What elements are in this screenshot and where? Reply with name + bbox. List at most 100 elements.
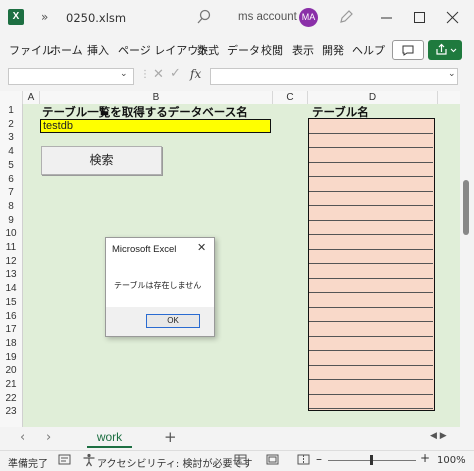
maximize-icon[interactable] (410, 8, 430, 28)
row-header[interactable]: 4 (0, 145, 22, 159)
column-header-c[interactable]: C (273, 91, 308, 104)
row-header[interactable]: 23 (0, 405, 22, 419)
row-header[interactable]: 8 (0, 200, 22, 214)
menu-data[interactable]: データ (227, 42, 260, 58)
table-name-cell[interactable] (309, 163, 433, 177)
quick-access-more-icon[interactable]: » (41, 10, 48, 24)
column-header-a[interactable]: A (23, 91, 40, 104)
table-name-cell[interactable] (309, 134, 433, 148)
chevron-down-icon[interactable]: ⌄ (120, 69, 128, 79)
zoom-level[interactable]: 100% (437, 455, 466, 466)
vertical-scrollbar[interactable] (460, 91, 474, 427)
zoom-in-icon[interactable]: + (420, 451, 430, 465)
confirm-entry-icon[interactable]: ✓ (170, 66, 181, 81)
horizontal-scroll-controls[interactable]: ◀ ▶ (430, 431, 447, 441)
row-header[interactable]: 12 (0, 255, 22, 269)
row-header[interactable]: 16 (0, 310, 22, 324)
chevron-right-icon[interactable]: › (46, 430, 51, 445)
table-name-cell[interactable] (309, 192, 433, 206)
search-icon[interactable] (196, 8, 212, 26)
sheet-tab-work[interactable]: work (87, 428, 132, 448)
table-name-cell[interactable] (309, 264, 433, 279)
cell-b2-database-name[interactable]: testdb (40, 119, 271, 133)
table-name-cell[interactable] (309, 322, 433, 337)
table-name-cell[interactable] (309, 221, 433, 235)
comments-button[interactable] (392, 40, 424, 60)
menu-help[interactable]: ヘルプ (352, 42, 385, 58)
add-sheet-button[interactable]: + (164, 428, 177, 446)
column-header-b[interactable]: B (40, 91, 273, 104)
ok-button[interactable]: OK (146, 314, 200, 328)
accessibility-icon[interactable] (82, 453, 96, 467)
row-header[interactable]: 20 (0, 364, 22, 378)
cancel-entry-icon[interactable]: ✕ (153, 67, 164, 82)
row-header[interactable]: 13 (0, 268, 22, 282)
row-header[interactable]: 7 (0, 186, 22, 200)
row-header[interactable]: 15 (0, 296, 22, 310)
row-header[interactable]: 22 (0, 392, 22, 406)
status-accessibility[interactable]: アクセシビリティ: 検討が必要です (97, 455, 252, 470)
table-name-cell[interactable] (309, 351, 433, 366)
menu-page-layout[interactable]: ページ レイアウト (118, 42, 209, 58)
row-header[interactable]: 9 (0, 214, 22, 228)
table-name-cell[interactable] (309, 235, 433, 250)
menu-view[interactable]: 表示 (292, 42, 314, 58)
row-header[interactable]: 2 (0, 118, 22, 132)
account-name[interactable]: ms account (238, 11, 297, 23)
chevron-left-icon[interactable]: ‹ (20, 430, 25, 445)
table-name-cell[interactable] (309, 177, 433, 192)
table-name-cell[interactable] (309, 279, 433, 293)
menu-home[interactable]: ホーム (50, 42, 83, 58)
insert-function-button[interactable]: fx (190, 67, 201, 81)
table-name-cell[interactable] (309, 395, 433, 409)
cell-b1-caption[interactable]: テーブル一覧を取得するデータベース名 (42, 104, 248, 120)
expand-formula-bar-icon[interactable]: ⌄ (448, 69, 456, 79)
table-name-cell[interactable] (309, 250, 433, 264)
close-icon[interactable] (443, 8, 463, 28)
table-name-cell[interactable] (309, 148, 433, 163)
page-break-view-icon[interactable] (297, 454, 311, 466)
table-name-cell[interactable] (309, 308, 433, 322)
table-name-cell[interactable] (309, 380, 433, 395)
row-header[interactable]: 11 (0, 241, 22, 255)
menu-formulas[interactable]: 数式 (197, 42, 219, 58)
row-header[interactable]: 1 (0, 104, 22, 118)
zoom-slider-thumb[interactable] (370, 455, 373, 465)
normal-view-icon[interactable] (234, 454, 248, 466)
vertical-scroll-thumb[interactable] (463, 180, 469, 235)
table-name-cell[interactable] (309, 293, 433, 308)
table-name-list[interactable] (308, 118, 435, 411)
column-header-d[interactable]: D (308, 91, 438, 104)
row-header[interactable]: 19 (0, 351, 22, 365)
menu-developer[interactable]: 開発 (322, 42, 344, 58)
formula-input[interactable] (210, 68, 458, 85)
name-box[interactable] (8, 68, 134, 85)
zoom-out-icon[interactable]: – (316, 452, 322, 466)
table-name-cell[interactable] (309, 366, 433, 380)
row-header[interactable]: 6 (0, 173, 22, 187)
row-header[interactable]: 5 (0, 159, 22, 173)
document-title[interactable]: 0250.xlsm (66, 11, 126, 25)
table-name-cell[interactable] (309, 119, 433, 134)
pen-icon[interactable] (338, 9, 354, 25)
dialog-close-icon[interactable]: ✕ (197, 241, 206, 254)
search-button[interactable]: 検索 (41, 146, 162, 175)
status-ready: 準備完了 (8, 459, 48, 470)
row-header[interactable]: 3 (0, 131, 22, 145)
page-layout-view-icon[interactable] (266, 454, 280, 466)
row-header[interactable]: 18 (0, 337, 22, 351)
share-button[interactable] (428, 40, 462, 60)
row-header[interactable]: 21 (0, 378, 22, 392)
menu-review[interactable]: 校閲 (261, 42, 283, 58)
table-name-cell[interactable] (309, 337, 433, 351)
table-name-cell[interactable] (309, 206, 433, 221)
macro-record-icon[interactable] (58, 454, 72, 466)
avatar[interactable]: MA (299, 8, 318, 27)
row-header[interactable]: 17 (0, 323, 22, 337)
row-header[interactable]: 14 (0, 282, 22, 296)
minimize-icon[interactable] (377, 8, 397, 28)
row-header[interactable]: 10 (0, 227, 22, 241)
menu-file[interactable]: ファイル (9, 42, 53, 58)
select-all-corner[interactable] (0, 91, 23, 104)
menu-insert[interactable]: 挿入 (87, 42, 109, 58)
